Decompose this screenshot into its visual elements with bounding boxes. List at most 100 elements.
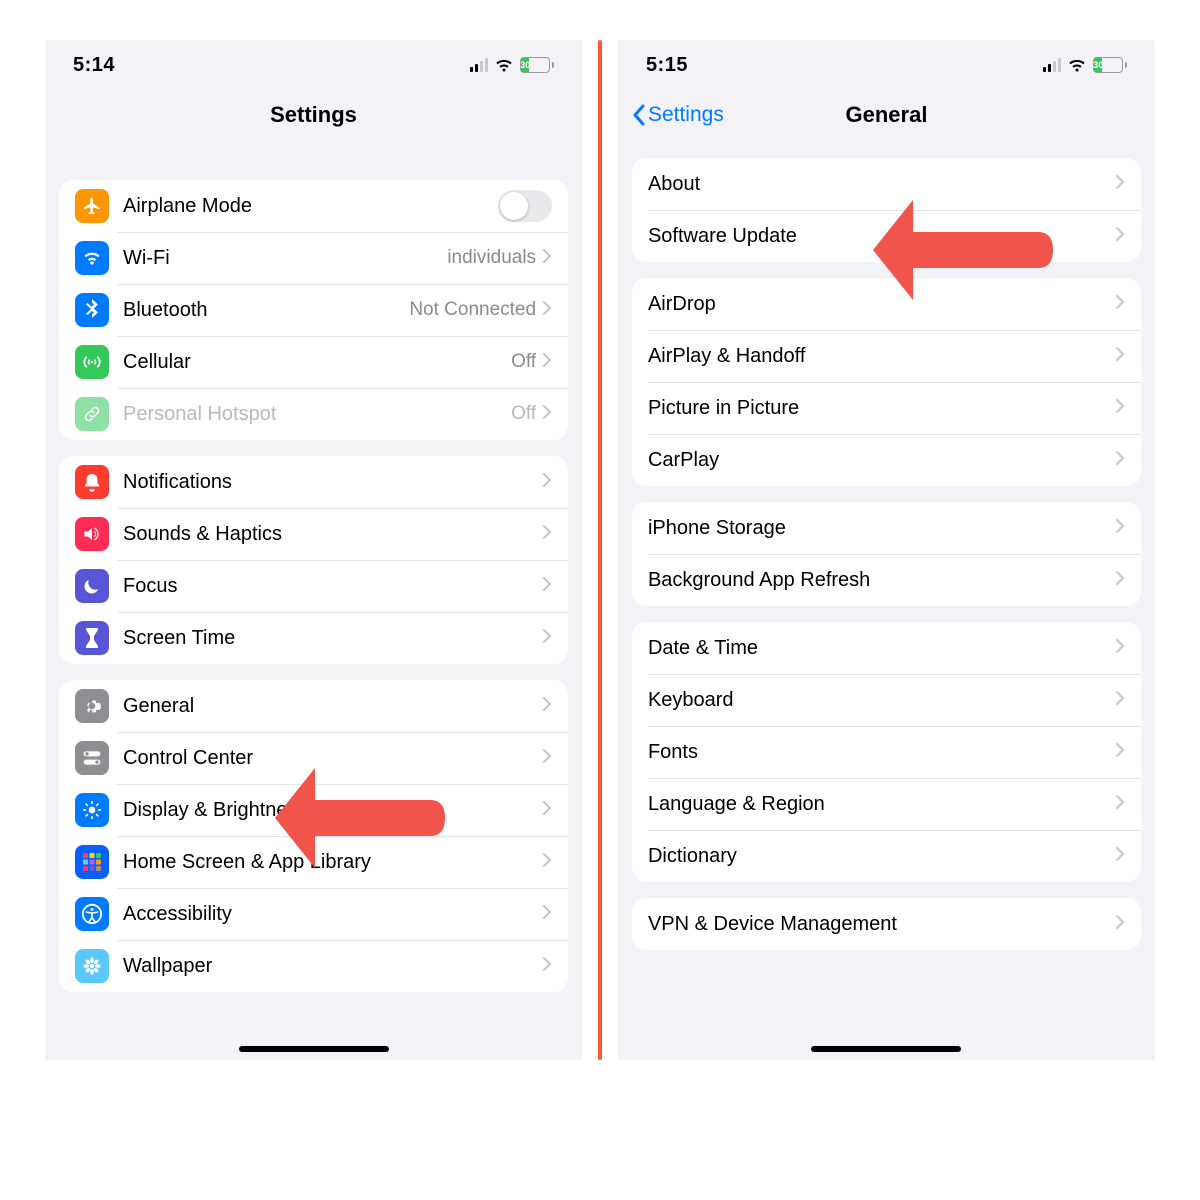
row-label: Home Screen & App Library: [123, 851, 542, 874]
home-indicator[interactable]: [811, 1046, 961, 1052]
row-value: Off: [511, 351, 536, 373]
row-label: CarPlay: [648, 449, 1115, 472]
row-label: Background App Refresh: [648, 569, 1115, 592]
row-control-center[interactable]: Control Center: [59, 732, 568, 784]
page-title: General: [846, 102, 928, 128]
row-label: General: [123, 695, 542, 718]
row-label: Wallpaper: [123, 955, 542, 978]
grid-icon: [75, 845, 109, 879]
row-label: Language & Region: [648, 793, 1115, 816]
row-label: Wi-Fi: [123, 247, 447, 270]
cellular-signal-icon: [470, 58, 488, 72]
settings-group: VPN & Device Management: [632, 898, 1141, 950]
cellular-signal-icon: [1043, 58, 1061, 72]
chevron-right-icon: [542, 523, 552, 546]
row-background-app-refresh[interactable]: Background App Refresh: [632, 554, 1141, 606]
chevron-right-icon: [542, 403, 552, 426]
status-bar: 5:14 30: [45, 40, 582, 90]
row-label: Fonts: [648, 741, 1115, 764]
general-screen: 5:15 30 Settings General About Software U…: [618, 40, 1155, 1060]
chevron-right-icon: [542, 799, 552, 822]
row-iphone-storage[interactable]: iPhone Storage: [632, 502, 1141, 554]
row-label: Picture in Picture: [648, 397, 1115, 420]
cellular-icon: [75, 345, 109, 379]
row-home-screen-app-library[interactable]: Home Screen & App Library: [59, 836, 568, 888]
row-bluetooth[interactable]: BluetoothNot Connected: [59, 284, 568, 336]
row-general[interactable]: General: [59, 680, 568, 732]
chevron-right-icon: [542, 851, 552, 874]
settings-group: Airplane Mode Wi-FiindividualsBluetoothNo…: [59, 180, 568, 440]
chevron-right-icon: [542, 351, 552, 374]
row-cellular[interactable]: CellularOff: [59, 336, 568, 388]
row-display-brightness[interactable]: Display & Brightness: [59, 784, 568, 836]
chevron-right-icon: [1115, 293, 1125, 316]
chevron-right-icon: [1115, 397, 1125, 420]
row-software-update[interactable]: Software Update: [632, 210, 1141, 262]
row-label: Date & Time: [648, 637, 1115, 660]
row-airplane-mode[interactable]: Airplane Mode: [59, 180, 568, 232]
row-wallpaper[interactable]: Wallpaper: [59, 940, 568, 992]
row-label: VPN & Device Management: [648, 913, 1115, 936]
chevron-right-icon: [542, 575, 552, 598]
row-label: About: [648, 173, 1115, 196]
row-label: iPhone Storage: [648, 517, 1115, 540]
row-label: Sounds & Haptics: [123, 523, 542, 546]
row-label: Keyboard: [648, 689, 1115, 712]
moon-icon: [75, 569, 109, 603]
row-label: Focus: [123, 575, 542, 598]
settings-group: Date & Time Keyboard Fonts Language & Regio…: [632, 622, 1141, 882]
row-label: AirPlay & Handoff: [648, 345, 1115, 368]
row-notifications[interactable]: Notifications: [59, 456, 568, 508]
row-keyboard[interactable]: Keyboard: [632, 674, 1141, 726]
chevron-right-icon: [1115, 689, 1125, 712]
row-carplay[interactable]: CarPlay: [632, 434, 1141, 486]
chevron-right-icon: [1115, 345, 1125, 368]
row-screen-time[interactable]: Screen Time: [59, 612, 568, 664]
chevron-right-icon: [1115, 449, 1125, 472]
row-about[interactable]: About: [632, 158, 1141, 210]
row-language-region[interactable]: Language & Region: [632, 778, 1141, 830]
status-time: 5:14: [73, 54, 115, 77]
back-button[interactable]: Settings: [632, 103, 724, 127]
row-sounds-haptics[interactable]: Sounds & Haptics: [59, 508, 568, 560]
sun-icon: [75, 793, 109, 827]
wifi-icon: [75, 241, 109, 275]
row-wifi[interactable]: Wi-Fiindividuals: [59, 232, 568, 284]
row-label: Airplane Mode: [123, 195, 498, 218]
status-bar: 5:15 30: [618, 40, 1155, 90]
row-label: Accessibility: [123, 903, 542, 926]
toggle-switch[interactable]: [498, 190, 552, 222]
row-fonts[interactable]: Fonts: [632, 726, 1141, 778]
row-vpn-device-management[interactable]: VPN & Device Management: [632, 898, 1141, 950]
settings-group: AirDrop AirPlay & Handoff Picture in Pictu…: [632, 278, 1141, 486]
accessibility-icon: [75, 897, 109, 931]
switches-icon: [75, 741, 109, 775]
page-title: Settings: [270, 102, 357, 128]
status-time: 5:15: [646, 54, 688, 77]
chevron-right-icon: [542, 747, 552, 770]
row-date-time[interactable]: Date & Time: [632, 622, 1141, 674]
flower-icon: [75, 949, 109, 983]
row-label: Software Update: [648, 225, 1115, 248]
row-dictionary[interactable]: Dictionary: [632, 830, 1141, 882]
row-label: AirDrop: [648, 293, 1115, 316]
chevron-right-icon: [1115, 793, 1125, 816]
row-label: Personal Hotspot: [123, 403, 511, 426]
row-personal-hotspot[interactable]: Personal HotspotOff: [59, 388, 568, 440]
battery-icon: 30: [1093, 57, 1127, 73]
row-airplay-handoff[interactable]: AirPlay & Handoff: [632, 330, 1141, 382]
chevron-right-icon: [542, 695, 552, 718]
row-airdrop[interactable]: AirDrop: [632, 278, 1141, 330]
gear-icon: [75, 689, 109, 723]
chevron-right-icon: [542, 471, 552, 494]
chevron-right-icon: [1115, 845, 1125, 868]
nav-header: Settings General: [618, 90, 1155, 140]
row-label: Screen Time: [123, 627, 542, 650]
nav-header: Settings: [45, 90, 582, 140]
home-indicator[interactable]: [239, 1046, 389, 1052]
row-picture-in-picture[interactable]: Picture in Picture: [632, 382, 1141, 434]
chevron-right-icon: [1115, 173, 1125, 196]
row-focus[interactable]: Focus: [59, 560, 568, 612]
row-accessibility[interactable]: Accessibility: [59, 888, 568, 940]
battery-icon: 30: [520, 57, 554, 73]
